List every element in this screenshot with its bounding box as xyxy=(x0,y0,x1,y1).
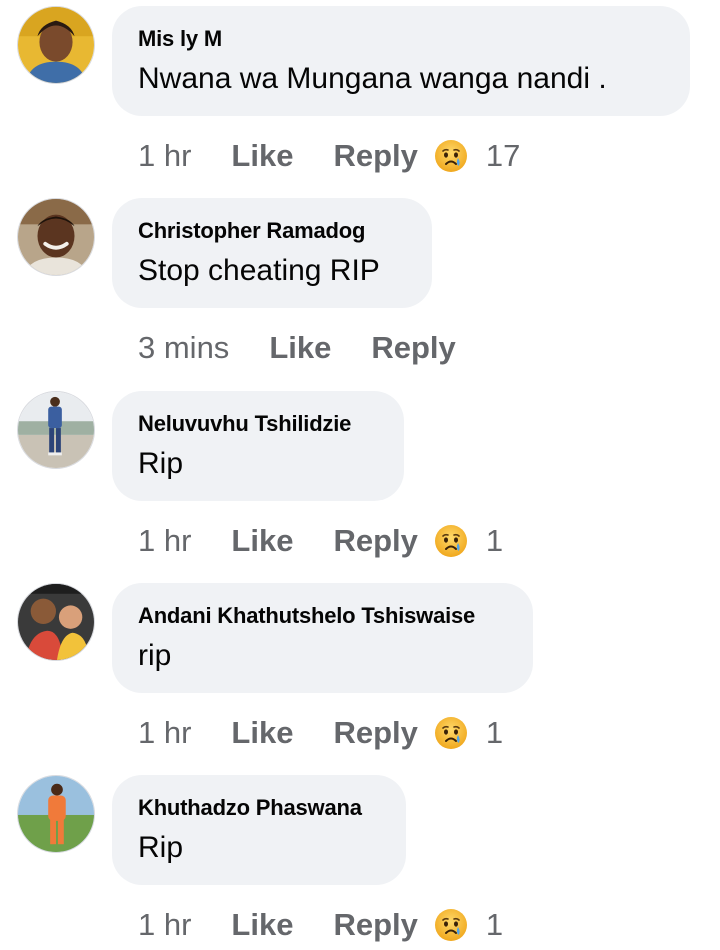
crying-face-icon[interactable] xyxy=(434,908,468,942)
comment-actions: 1 hr Like Reply 17 xyxy=(138,136,520,176)
reaction-count[interactable]: 1 xyxy=(486,907,503,943)
comment-actions: 1 hr Like Reply 1 xyxy=(138,713,503,753)
comment-bubble: Mis ly M Nwana wa Mungana wanga nandi . xyxy=(112,6,690,116)
comment-bubble: Andani Khathutshelo Tshiswaise rip xyxy=(112,583,533,693)
comment-timestamp[interactable]: 1 hr xyxy=(138,523,191,559)
reply-button[interactable]: Reply xyxy=(333,523,417,559)
crying-face-icon[interactable] xyxy=(434,139,468,173)
comment-author[interactable]: Andani Khathutshelo Tshiswaise xyxy=(138,602,533,630)
comment-timestamp[interactable]: 1 hr xyxy=(138,907,191,943)
comment-text: rip xyxy=(138,639,172,672)
like-button[interactable]: Like xyxy=(231,523,293,559)
comment-author[interactable]: Christopher Ramadog xyxy=(138,217,432,245)
comment-author[interactable]: Mis ly M xyxy=(138,25,690,53)
comment-text: Rip xyxy=(138,831,184,864)
reaction-count[interactable]: 1 xyxy=(486,523,503,559)
comment-timestamp[interactable]: 1 hr xyxy=(138,715,191,751)
avatar[interactable] xyxy=(17,391,95,469)
comment-text: Rip xyxy=(138,447,184,480)
comment-actions: 1 hr Like Reply 1 xyxy=(138,905,503,945)
like-button[interactable]: Like xyxy=(231,715,293,751)
comment-author[interactable]: Khuthadzo Phaswana xyxy=(138,794,406,822)
like-button[interactable]: Like xyxy=(269,330,331,366)
reply-button[interactable]: Reply xyxy=(371,330,455,366)
reply-button[interactable]: Reply xyxy=(333,715,417,751)
comment-text: Stop cheating RIP xyxy=(138,254,380,287)
comment-bubble: Neluvuvhu Tshilidzie Rip xyxy=(112,391,404,501)
crying-face-icon[interactable] xyxy=(434,716,468,750)
reply-button[interactable]: Reply xyxy=(333,907,417,943)
comment-text: Nwana wa Mungana wanga nandi . xyxy=(138,62,607,95)
comment-author[interactable]: Neluvuvhu Tshilidzie xyxy=(138,410,404,438)
reply-button[interactable]: Reply xyxy=(333,138,417,174)
avatar[interactable] xyxy=(17,583,95,661)
comment-timestamp[interactable]: 3 mins xyxy=(138,330,229,366)
comment-bubble: Khuthadzo Phaswana Rip xyxy=(112,775,406,885)
crying-face-icon[interactable] xyxy=(434,524,468,558)
comment-bubble: Christopher Ramadog Stop cheating RIP xyxy=(112,198,432,308)
comment-timestamp[interactable]: 1 hr xyxy=(138,138,191,174)
like-button[interactable]: Like xyxy=(231,907,293,943)
comment-actions: 1 hr Like Reply 1 xyxy=(138,521,503,561)
like-button[interactable]: Like xyxy=(231,138,293,174)
reaction-count[interactable]: 1 xyxy=(486,715,503,751)
avatar[interactable] xyxy=(17,198,95,276)
avatar[interactable] xyxy=(17,775,95,853)
reaction-count[interactable]: 17 xyxy=(486,138,520,174)
comment-actions: 3 mins Like Reply xyxy=(138,328,472,368)
avatar[interactable] xyxy=(17,6,95,84)
